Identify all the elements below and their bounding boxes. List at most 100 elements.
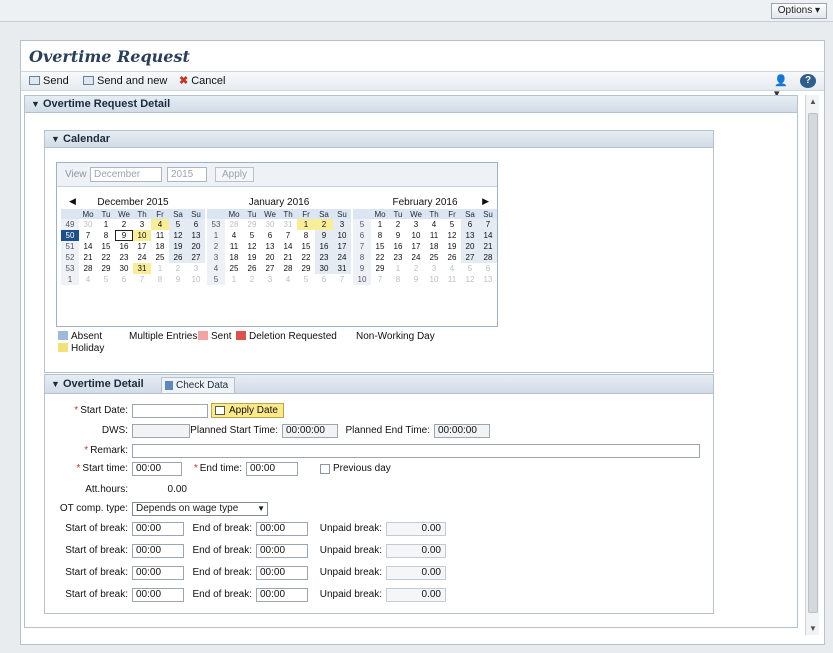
calendar-day[interactable]: 6 [479, 263, 497, 274]
ot-comp-type-select[interactable]: Depends on wage type ▼ [132, 502, 268, 516]
calendar-day[interactable]: 6 [115, 274, 133, 285]
week-number[interactable]: 50 [61, 230, 79, 241]
break-end-field[interactable]: 00:00 [256, 588, 308, 602]
calendar-day[interactable]: 25 [225, 263, 243, 274]
calendar-day[interactable]: 23 [315, 252, 333, 263]
calendar-day[interactable]: 1 [151, 263, 169, 274]
calendar-day[interactable]: 7 [333, 274, 351, 285]
week-number[interactable]: 52 [61, 252, 79, 263]
tab-overtime-detail[interactable]: ▼ Overtime Detail [45, 375, 154, 393]
calendar-day[interactable]: 16 [315, 241, 333, 252]
calendar-day[interactable]: 21 [279, 252, 297, 263]
calendar-day[interactable]: 2 [407, 263, 425, 274]
calendar-day[interactable]: 31 [279, 219, 297, 230]
calendar-day[interactable]: 16 [389, 241, 407, 252]
week-number[interactable]: 53 [61, 263, 79, 274]
week-number[interactable]: 3 [207, 252, 225, 263]
calendar-day[interactable]: 29 [297, 263, 315, 274]
calendar-day[interactable]: 1 [97, 219, 115, 230]
calendar-day[interactable]: 1 [371, 219, 389, 230]
calendar-day[interactable]: 18 [425, 241, 443, 252]
planned-end-field[interactable]: 00:00:00 [434, 424, 490, 438]
break-start-field[interactable]: 00:00 [132, 544, 184, 558]
calendar-day[interactable]: 17 [333, 241, 351, 252]
view-month-select[interactable]: December [90, 167, 162, 182]
scroll-thumb[interactable] [808, 113, 818, 613]
calendar-day[interactable]: 14 [79, 241, 97, 252]
calendar-day[interactable]: 30 [315, 263, 333, 274]
week-number[interactable]: 9 [353, 263, 371, 274]
calendar-day[interactable]: 12 [169, 230, 187, 241]
week-number[interactable]: 1 [61, 274, 79, 285]
break-end-field[interactable]: 00:00 [256, 566, 308, 580]
calendar-day[interactable]: 12 [443, 230, 461, 241]
calendar-day[interactable]: 18 [225, 252, 243, 263]
week-number[interactable]: 8 [353, 252, 371, 263]
calendar-day[interactable]: 4 [279, 274, 297, 285]
calendar-day[interactable]: 5 [243, 230, 261, 241]
calendar-day[interactable]: 28 [279, 263, 297, 274]
calendar-day[interactable]: 11 [151, 230, 169, 241]
calendar-day[interactable]: 24 [407, 252, 425, 263]
apply-date-button[interactable]: Apply Date [211, 403, 284, 418]
calendar-day[interactable]: 17 [407, 241, 425, 252]
calendar-day[interactable]: 9 [407, 274, 425, 285]
calendar-day[interactable]: 13 [461, 230, 479, 241]
calendar-day[interactable]: 11 [225, 241, 243, 252]
calendar-day[interactable]: 23 [115, 252, 133, 263]
calendar-day[interactable]: 5 [169, 219, 187, 230]
calendar-day[interactable]: 4 [425, 219, 443, 230]
break-start-field[interactable]: 00:00 [132, 522, 184, 536]
calendar-day[interactable]: 7 [79, 230, 97, 241]
calendar-day[interactable]: 8 [151, 274, 169, 285]
calendar-day[interactable]: 8 [389, 274, 407, 285]
calendar-day[interactable]: 26 [443, 252, 461, 263]
calendar-day[interactable]: 18 [151, 241, 169, 252]
calendar-day[interactable]: 29 [97, 263, 115, 274]
calendar-day[interactable]: 6 [461, 219, 479, 230]
calendar-day[interactable]: 9 [169, 274, 187, 285]
calendar-day[interactable]: 7 [279, 230, 297, 241]
calendar-day[interactable]: 27 [187, 252, 205, 263]
calendar-day[interactable]: 31 [333, 263, 351, 274]
week-number[interactable]: 53 [207, 219, 225, 230]
calendar-day[interactable]: 5 [443, 219, 461, 230]
calendar-day[interactable]: 26 [243, 263, 261, 274]
calendar-day[interactable]: 3 [407, 219, 425, 230]
calendar-day[interactable]: 1 [297, 219, 315, 230]
week-number[interactable]: 5 [353, 219, 371, 230]
unpaid-break-field[interactable]: 0.00 [386, 522, 446, 536]
calendar-day[interactable]: 10 [133, 230, 151, 241]
tab-check-data[interactable]: Check Data [161, 377, 236, 393]
week-number[interactable]: 2 [207, 241, 225, 252]
calendar-day[interactable]: 4 [151, 219, 169, 230]
calendar-day[interactable]: 6 [315, 274, 333, 285]
send-and-new-button[interactable]: Send and new [83, 74, 167, 89]
calendar-day[interactable]: 28 [225, 219, 243, 230]
calendar-day[interactable]: 8 [97, 230, 115, 241]
week-number[interactable]: 6 [353, 230, 371, 241]
calendar-day[interactable]: 6 [261, 230, 279, 241]
calendar-day[interactable]: 19 [443, 241, 461, 252]
calendar-day[interactable]: 8 [371, 230, 389, 241]
calendar-day[interactable]: 10 [333, 230, 351, 241]
send-button[interactable]: Send [29, 74, 69, 89]
calendar-day[interactable]: 24 [333, 252, 351, 263]
calendar-day[interactable]: 12 [243, 241, 261, 252]
calendar-day[interactable]: 15 [297, 241, 315, 252]
calendar-day[interactable]: 2 [243, 274, 261, 285]
calendar-day[interactable]: 14 [279, 241, 297, 252]
calendar-day[interactable]: 11 [443, 274, 461, 285]
break-end-field[interactable]: 00:00 [256, 522, 308, 536]
calendar-day[interactable]: 25 [151, 252, 169, 263]
calendar-day[interactable]: 20 [187, 241, 205, 252]
week-number[interactable]: 7 [353, 241, 371, 252]
calendar-day[interactable]: 5 [297, 274, 315, 285]
calendar-day[interactable]: 21 [79, 252, 97, 263]
calendar-day[interactable]: 4 [443, 263, 461, 274]
cancel-button[interactable]: ✖ Cancel [179, 74, 225, 89]
week-number[interactable]: 1 [207, 230, 225, 241]
calendar-day[interactable]: 24 [133, 252, 151, 263]
calendar-day[interactable]: 9 [315, 230, 333, 241]
calendar-day[interactable]: 3 [187, 263, 205, 274]
